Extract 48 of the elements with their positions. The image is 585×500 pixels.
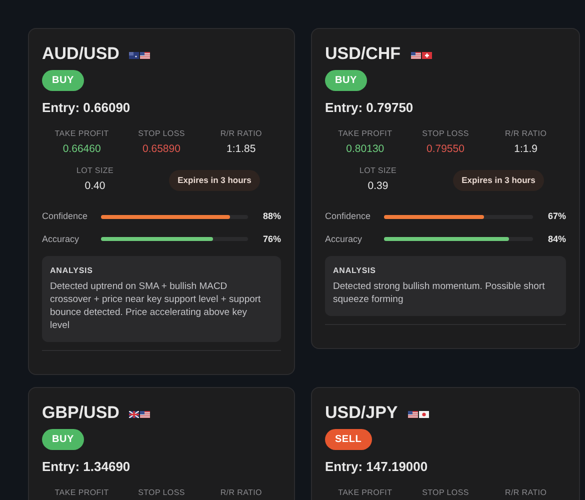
metric-label: STOP LOSS xyxy=(138,128,185,140)
bar-reading: 67% xyxy=(546,210,566,223)
metric-label: R/R RATIO xyxy=(505,128,547,140)
metric-value: 1:1.85 xyxy=(226,142,256,156)
signal-badge: BUY xyxy=(325,70,367,91)
bar-reading: 76% xyxy=(262,232,281,246)
metric-value: 0.66460 xyxy=(62,142,101,156)
signal-badge: BUY xyxy=(42,429,84,450)
expiry-badge: Expires in 3 hours xyxy=(452,170,544,190)
analysis-text: Detected uptrend on SMA + bullish MACD crossover + price near key support level + support bounce detected. Price accelerating above key level xyxy=(50,280,262,332)
entry-price: Entry: 0.79750 xyxy=(325,99,414,117)
currency-pair: GBP/USD xyxy=(42,402,120,424)
bar-reading: 84% xyxy=(546,232,566,246)
analysis-title: ANALYSIS xyxy=(50,265,94,277)
entry-price: Entry: 1.34690 xyxy=(42,458,132,476)
metric-value: 0.65890 xyxy=(142,142,180,156)
bar-label: Confidence xyxy=(42,210,89,223)
bar-reading: 88% xyxy=(262,210,281,223)
analysis-text: Detected strong bullish momentum. Possible short squeeze forming xyxy=(333,280,546,306)
metric-label: TAKE PROFIT xyxy=(54,486,109,498)
metric-value: 0.79550 xyxy=(426,142,464,156)
currency-pair: AUD/USD xyxy=(42,43,120,65)
metric-label: TAKE PROFIT xyxy=(338,486,392,498)
metric-value: 0.40 xyxy=(84,179,106,194)
metric-label: LOT SIZE xyxy=(76,165,114,178)
metric-value: 1:1.9 xyxy=(514,142,538,156)
bar-label: Accuracy xyxy=(42,232,80,246)
metric-value: 0.39 xyxy=(368,179,388,194)
metric-label: STOP LOSS xyxy=(138,486,185,498)
metric-label: TAKE PROFIT xyxy=(54,128,109,140)
metric-label: R/R RATIO xyxy=(220,486,262,498)
expiry-badge: Expires in 3 hours xyxy=(168,170,260,190)
analysis-title: ANALYSIS xyxy=(333,265,377,277)
metric-value: 0.80130 xyxy=(346,142,384,156)
entry-price: Entry: 147.19000 xyxy=(325,458,429,476)
signal-badge: BUY xyxy=(42,70,84,91)
currency-pair: USD/CHF xyxy=(325,43,401,65)
signal-badge: SELL xyxy=(325,429,372,450)
bar-label: Accuracy xyxy=(325,232,364,246)
metric-label: TAKE PROFIT xyxy=(338,128,392,140)
entry-price: Entry: 0.66090 xyxy=(42,99,132,117)
metric-label: STOP LOSS xyxy=(422,128,469,140)
bar-label: Confidence xyxy=(325,210,372,223)
metric-label: R/R RATIO xyxy=(220,128,262,140)
metric-label: LOT SIZE xyxy=(359,165,397,178)
metric-label: STOP LOSS xyxy=(422,486,469,498)
currency-pair: USD/JPY xyxy=(325,402,398,424)
metric-label: R/R RATIO xyxy=(505,486,547,498)
